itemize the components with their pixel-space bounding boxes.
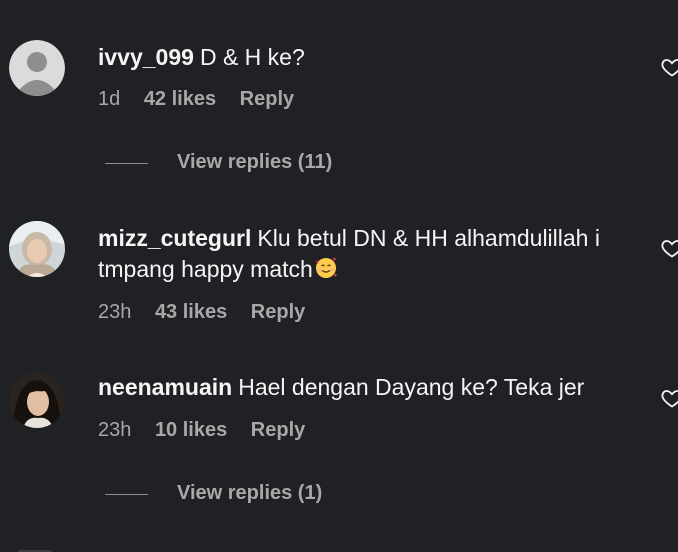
comment-username[interactable]: ivvy_099	[98, 44, 194, 70]
divider-line	[105, 163, 148, 164]
likes-count[interactable]: 10 likes	[155, 419, 227, 441]
comment-text: ivvy_099 D & H ke?	[98, 42, 638, 73]
comment-meta: 1d 42 likes Reply	[98, 88, 312, 111]
comment-text: mizz_cutegurl Klu betul DN & HH alhamduli…	[98, 223, 638, 285]
divider-line	[105, 494, 148, 495]
comment-age: 23h	[98, 419, 132, 441]
avatar[interactable]	[9, 372, 65, 428]
reply-button[interactable]: Reply	[251, 301, 305, 323]
likes-count[interactable]: 43 likes	[155, 301, 227, 323]
comment-username[interactable]: mizz_cutegurl	[98, 225, 251, 251]
comments-list: ivvy_099 D & H ke? 1d 42 likes Reply View…	[0, 0, 678, 552]
view-replies-label[interactable]: View replies (11)	[177, 151, 332, 174]
comment-age: 1d	[98, 88, 121, 110]
comment-meta: 23h 10 likes Reply	[98, 419, 323, 442]
default-avatar-icon[interactable]	[9, 40, 65, 96]
smiling-face-with-hearts-emoji	[315, 257, 337, 278]
comment-content: Hael dengan Dayang ke? Teka jer	[238, 374, 585, 400]
heart-icon[interactable]	[660, 55, 678, 79]
comment-age: 23h	[98, 301, 132, 323]
comment-content: D & H ke?	[199, 44, 305, 70]
heart-icon[interactable]	[660, 236, 678, 260]
avatar[interactable]	[9, 221, 65, 277]
reply-button[interactable]: Reply	[251, 419, 305, 441]
reply-button[interactable]: Reply	[240, 88, 294, 110]
comment-username[interactable]: neenamuain	[98, 374, 232, 400]
view-replies-label[interactable]: View replies (1)	[177, 482, 322, 505]
likes-count[interactable]: 42 likes	[144, 88, 216, 110]
comment-meta: 23h 43 likes Reply	[98, 301, 323, 324]
comment-text: neenamuain Hael dengan Dayang ke? Teka je…	[98, 372, 638, 403]
heart-icon[interactable]	[660, 386, 678, 410]
